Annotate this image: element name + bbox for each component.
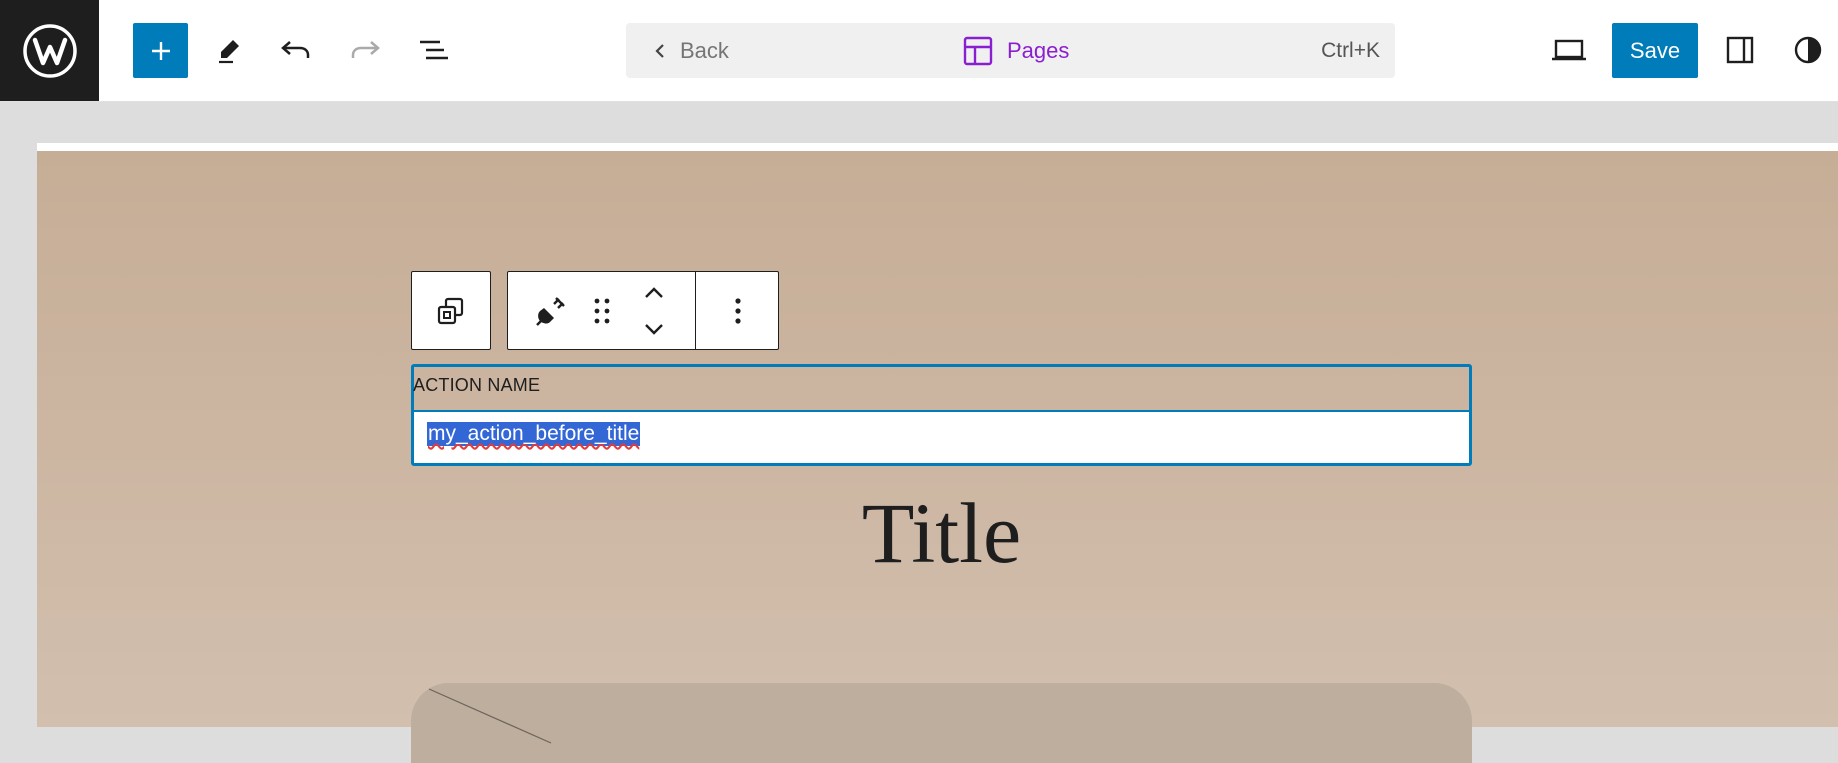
keyboard-shortcut: Ctrl+K xyxy=(1321,38,1380,62)
toolbar-divider xyxy=(695,272,696,349)
action-name-value[interactable]: my_action_before_title xyxy=(427,422,641,446)
action-name-input[interactable]: my_action_before_title xyxy=(414,410,1469,463)
move-up-icon xyxy=(645,287,663,298)
command-title[interactable]: Pages xyxy=(963,23,1069,78)
placeholder-diagonal-line xyxy=(428,688,552,744)
document-overview-button[interactable] xyxy=(410,24,458,76)
editor-header: Back Pages Ctrl+K Save xyxy=(0,0,1838,102)
move-up-button[interactable] xyxy=(632,274,676,312)
more-options-icon xyxy=(735,297,741,324)
redo-icon xyxy=(351,41,380,58)
drag-handle[interactable] xyxy=(582,272,622,349)
undo-button[interactable] xyxy=(272,24,320,76)
block-type-button[interactable] xyxy=(524,272,578,349)
action-name-label: ACTION NAME xyxy=(413,375,541,395)
pencil-icon xyxy=(219,40,239,64)
command-title-label: Pages xyxy=(1007,37,1070,63)
block-toolbar xyxy=(507,271,779,350)
drag-handle-icon xyxy=(594,298,610,323)
more-options-button[interactable] xyxy=(708,272,768,349)
move-down-button[interactable] xyxy=(632,310,676,348)
undo-icon xyxy=(281,41,310,58)
action-name-block[interactable]: ACTION NAME my_action_before_title xyxy=(411,364,1472,466)
back-link[interactable]: Back xyxy=(654,23,729,78)
transform-icon xyxy=(437,297,464,324)
add-block-button[interactable] xyxy=(133,23,188,78)
back-label: Back xyxy=(680,37,729,63)
tools-button[interactable] xyxy=(205,24,253,76)
half-circle-contrast-icon xyxy=(1794,36,1822,64)
block-transform-button[interactable] xyxy=(411,271,491,350)
command-palette-bar[interactable]: Back Pages Ctrl+K xyxy=(626,23,1395,78)
pages-layout-icon xyxy=(963,36,993,65)
sidebar-toggle-icon xyxy=(1726,36,1754,64)
settings-sidebar-button[interactable] xyxy=(1716,24,1764,76)
wordpress-logo-icon[interactable] xyxy=(0,0,99,101)
redo-button[interactable] xyxy=(341,24,389,76)
editor-canvas[interactable]: ACTION NAME my_action_before_title Title xyxy=(37,143,1838,763)
image-block-placeholder[interactable] xyxy=(411,683,1472,763)
view-mode-button[interactable] xyxy=(1545,24,1593,76)
plug-icon xyxy=(536,296,565,326)
chevron-left-icon xyxy=(655,43,664,58)
plus-icon xyxy=(151,41,170,60)
page-title[interactable]: Title xyxy=(37,483,1838,583)
move-down-icon xyxy=(645,324,663,335)
desktop-icon xyxy=(1552,39,1586,61)
list-view-icon xyxy=(420,40,448,60)
save-button[interactable]: Save xyxy=(1612,23,1698,78)
styles-button[interactable] xyxy=(1784,24,1832,76)
